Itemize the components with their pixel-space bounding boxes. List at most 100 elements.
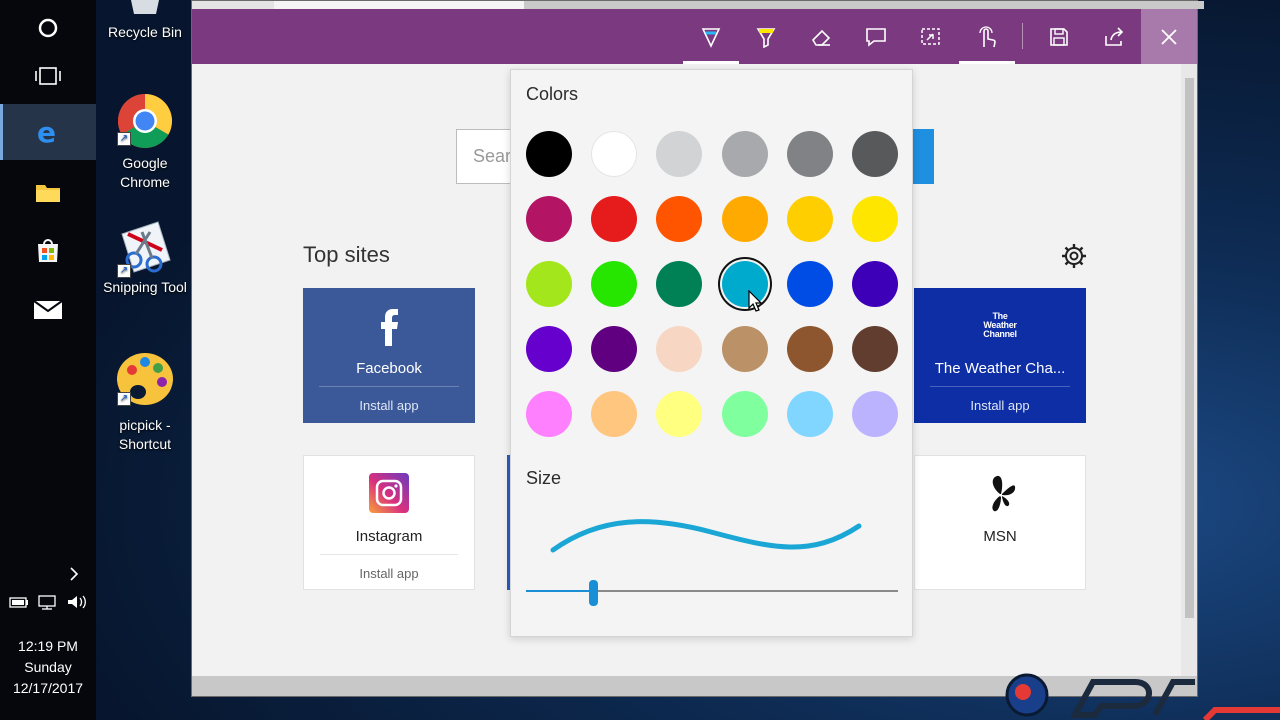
color-swatch[interactable]	[656, 326, 703, 372]
top-sites-heading: Top sites	[303, 242, 390, 267]
watermark-logo	[1005, 673, 1280, 720]
color-swatch[interactable]	[591, 131, 638, 177]
color-swatch[interactable]	[786, 131, 833, 177]
color-swatch[interactable]	[721, 131, 768, 177]
desktop-icon-label: picpick -	[119, 417, 171, 433]
tile-divider	[320, 554, 458, 555]
exit-ink-button[interactable]	[1141, 9, 1197, 64]
mail-icon	[33, 300, 63, 319]
edge-window: Sear Top sites Facebook Install app The …	[191, 0, 1204, 697]
edge-icon: e	[37, 118, 56, 146]
color-swatch[interactable]	[721, 326, 768, 372]
color-swatch[interactable]	[591, 261, 638, 307]
search-button[interactable]	[912, 129, 934, 184]
system-tray	[0, 594, 96, 610]
desktop-icon-recycle-bin[interactable]: Recycle Bin	[97, 0, 193, 42]
size-slider-thumb[interactable]	[588, 580, 598, 606]
tile-name: The Weather Cha...	[934, 360, 1066, 377]
store-icon	[38, 239, 58, 262]
ballpoint-pen-button[interactable]	[683, 17, 739, 64]
stroke-preview	[550, 519, 862, 553]
color-swatch[interactable]	[851, 326, 898, 372]
install-app-link[interactable]: Install app	[914, 398, 1086, 413]
vertical-scrollbar[interactable]	[1181, 64, 1197, 677]
tab-active[interactable]	[274, 1, 524, 9]
clip-icon	[921, 28, 940, 45]
size-slider[interactable]	[526, 580, 898, 606]
clock-time[interactable]: 12:19 PM	[0, 636, 96, 657]
eraser-button[interactable]	[801, 17, 841, 57]
tab-strip	[192, 1, 1204, 9]
touch-writing-icon	[979, 26, 996, 48]
search-input[interactable]: Sear	[456, 129, 516, 184]
desktop-icon-snipping-tool[interactable]: ↗ Snipping Tool	[97, 220, 193, 297]
network-icon[interactable]	[37, 594, 59, 610]
color-swatch[interactable]	[851, 261, 898, 307]
color-swatch[interactable]	[786, 326, 833, 372]
edge-taskbar-button[interactable]: e	[0, 104, 96, 160]
recycle-bin-icon	[131, 0, 159, 14]
clock-date[interactable]: 12/17/2017	[0, 678, 96, 699]
color-swatch[interactable]	[591, 196, 638, 242]
color-swatch[interactable]	[526, 261, 572, 307]
color-swatch[interactable]	[526, 391, 572, 437]
touch-writing-button[interactable]	[959, 17, 1015, 64]
tile-name: Instagram	[355, 528, 423, 545]
desktop-icon-chrome[interactable]: ↗ Google Chrome	[97, 92, 193, 192]
top-site-tile-weather-channel[interactable]: The Weather Channel The Weather Cha... I…	[914, 288, 1086, 423]
color-swatch[interactable]	[591, 326, 638, 372]
color-swatch[interactable]	[526, 196, 572, 242]
desktop-icon-label: Snipping Tool	[103, 279, 187, 295]
color-swatch[interactable]	[851, 391, 898, 437]
color-swatch[interactable]	[786, 391, 833, 437]
clock-day[interactable]: Sunday	[0, 657, 96, 678]
color-swatch[interactable]	[591, 391, 638, 437]
desktop-icon-label: Google	[122, 155, 168, 171]
volume-icon[interactable]	[66, 594, 88, 610]
top-site-tile-facebook[interactable]: Facebook Install app	[303, 288, 475, 423]
color-swatch[interactable]	[786, 196, 833, 242]
colors-heading: Colors	[526, 84, 579, 104]
color-swatch[interactable]	[851, 196, 898, 242]
task-view-icon	[35, 67, 61, 85]
highlighter-button[interactable]	[746, 17, 786, 57]
add-note-icon	[866, 28, 886, 47]
color-swatch[interactable]	[721, 391, 768, 437]
color-swatch[interactable]	[656, 196, 703, 242]
color-swatch[interactable]	[721, 196, 768, 242]
customize-button[interactable]	[1060, 242, 1088, 275]
clip-button[interactable]	[911, 17, 951, 57]
color-swatch[interactable]	[656, 261, 703, 307]
svg-text:e: e	[37, 118, 56, 146]
install-app-link[interactable]: Install app	[303, 398, 475, 413]
color-swatch[interactable]	[526, 326, 572, 372]
color-swatch[interactable]	[851, 131, 898, 177]
store-button[interactable]	[0, 222, 96, 278]
install-app-link[interactable]: Install app	[304, 566, 474, 581]
color-swatch[interactable]	[786, 261, 833, 307]
save-button[interactable]	[1039, 17, 1079, 57]
desktop-icon-label: Shortcut	[118, 436, 172, 452]
top-site-tile-instagram[interactable]: Instagram Install app	[303, 455, 475, 590]
top-site-tile-msn[interactable]: MSN	[914, 455, 1086, 590]
file-explorer-button[interactable]	[0, 164, 96, 220]
taskbar: e 12:19 PM Sunday 12/17/2017	[0, 0, 96, 720]
new-tab-page: Sear Top sites Facebook Install app The …	[192, 64, 1182, 677]
color-swatch[interactable]	[656, 391, 703, 437]
share-button[interactable]	[1094, 17, 1134, 57]
desktop-icon-picpick[interactable]: ↗ picpick - Shortcut	[97, 348, 193, 454]
pen-color-flyout: Colors Size	[510, 69, 913, 637]
size-heading: Size	[526, 468, 562, 488]
toolbar-divider	[1022, 23, 1023, 49]
color-swatch[interactable]	[656, 131, 703, 177]
ballpoint-pen-icon	[701, 28, 721, 48]
desktop-icon-label: Chrome	[120, 174, 170, 190]
show-hidden-icons-icon[interactable]	[68, 565, 80, 588]
task-view-button[interactable]	[0, 48, 96, 104]
add-note-button[interactable]	[856, 17, 896, 57]
weather-channel-logo: The Weather Channel	[983, 311, 1017, 339]
color-swatch[interactable]	[526, 131, 572, 177]
scrollbar-thumb[interactable]	[1185, 78, 1194, 618]
mail-button[interactable]	[0, 282, 96, 338]
battery-icon[interactable]	[8, 594, 30, 610]
